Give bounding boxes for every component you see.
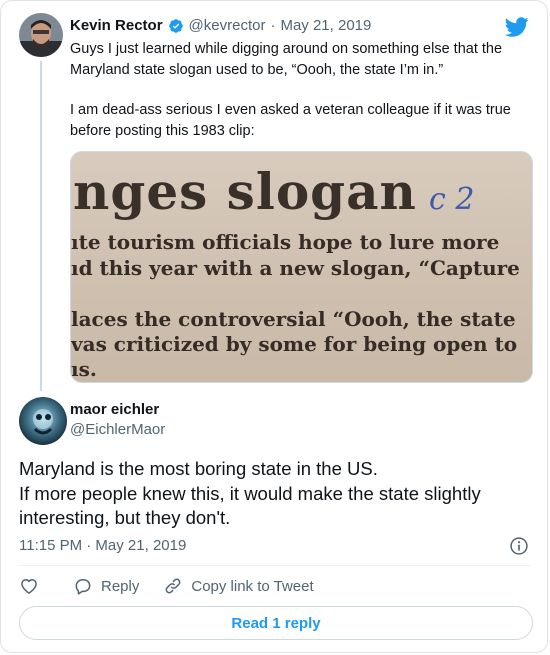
clip-text-line: ıs. — [71, 357, 97, 381]
clip-headline: nges slogan — [73, 162, 417, 221]
like-button[interactable] — [19, 576, 39, 596]
twitter-bird-icon[interactable] — [505, 15, 529, 39]
quoted-author-handle[interactable]: @kevrector — [189, 17, 266, 34]
copy-link-button[interactable]: Copy link to Tweet — [163, 576, 314, 596]
quoted-tweet-header: Kevin Rector @kevrector · May 21, 2019 — [70, 17, 371, 34]
clip-text-line: ıd this year with a new slogan, “Capture — [71, 256, 520, 280]
quoted-author-name[interactable]: Kevin Rector — [70, 17, 163, 34]
actions-divider — [19, 565, 531, 566]
header-separator: · — [270, 17, 276, 34]
quoted-tweet-text: Guys I just learned while digging around… — [70, 39, 535, 141]
tweet-embed-card: Kevin Rector @kevrector · May 21, 2019 G… — [0, 0, 548, 653]
verified-badge-icon — [168, 18, 183, 33]
tweet-actions-bar: Reply Copy link to Tweet — [19, 576, 314, 596]
info-icon[interactable] — [509, 536, 529, 556]
newspaper-clip-image[interactable]: nges slogan c 2 ıte tourism officials ho… — [70, 151, 533, 383]
kevin-rector-avatar[interactable] — [19, 13, 63, 57]
clip-handwritten-mark: c 2 — [429, 182, 475, 217]
reply-author-handle[interactable]: @EichlerMaor — [70, 421, 165, 438]
maor-eichler-avatar[interactable] — [19, 397, 67, 445]
reply-button[interactable]: Reply — [73, 576, 139, 596]
link-icon — [165, 578, 181, 594]
reply-text-line: Maryland is the most boring state in the… — [19, 458, 378, 479]
reply-tweet-text: Maryland is the most boring state in the… — [19, 457, 534, 531]
copy-link-label: Copy link to Tweet — [191, 577, 314, 595]
reply-text-line: interesting, but they don't. — [19, 507, 231, 528]
quoted-tweet-date[interactable]: May 21, 2019 — [280, 17, 371, 34]
reply-button-label: Reply — [101, 577, 140, 595]
clip-text-line: vas criticized by some for being open to — [71, 332, 518, 356]
clip-text-line: ıte tourism officials hope to lure more — [71, 230, 500, 254]
clip-text-line: laces the controversial “Oooh, the state — [71, 307, 516, 331]
reply-author-name[interactable]: maor eichler — [70, 401, 159, 418]
read-replies-button[interactable]: Read 1 reply — [19, 606, 533, 640]
reply-timestamp[interactable]: 11:15 PM · May 21, 2019 — [19, 537, 186, 554]
thread-connector-line — [40, 61, 42, 391]
heart-icon — [21, 579, 37, 594]
reply-text-line: If more people knew this, it would make … — [19, 482, 481, 504]
reply-bubble-icon — [75, 579, 91, 595]
quoted-tweet-paragraph-2: I am dead-ass serious I even asked a vet… — [70, 102, 511, 139]
quoted-tweet-paragraph-1: Guys I just learned while digging around… — [70, 41, 503, 78]
